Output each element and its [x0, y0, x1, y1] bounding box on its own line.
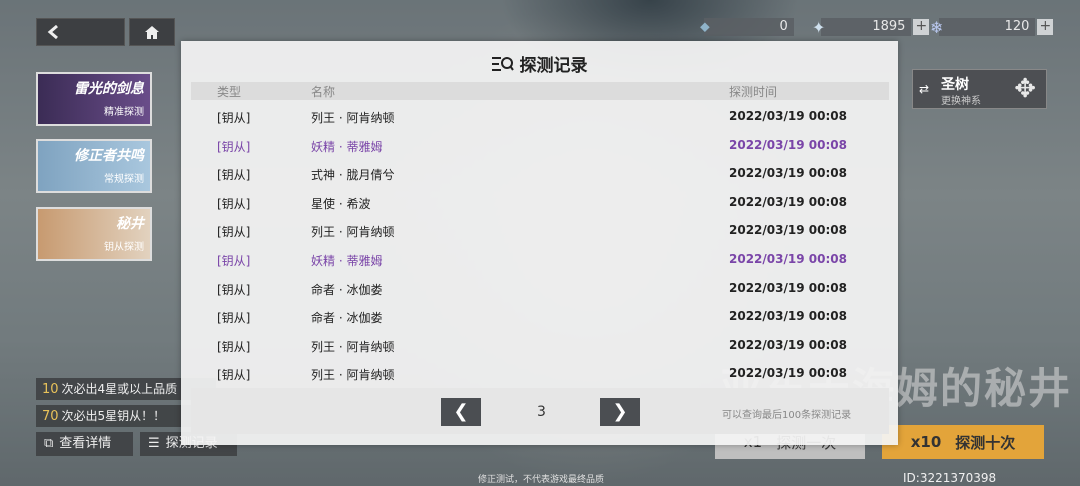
row-name: 妖精 · 蒂雅姆: [311, 254, 383, 268]
banner-title: 秘井: [116, 216, 144, 232]
row-name: 列王 · 阿肯纳顿: [311, 368, 395, 383]
row-name: 列王 · 阿肯纳顿: [311, 339, 395, 354]
banner-title: 雷光的剑息: [74, 81, 144, 97]
guarantee-count: 10: [42, 382, 59, 397]
header-time: 探测时间: [729, 85, 778, 99]
row-name: 列王 · 阿肯纳顿: [311, 111, 395, 125]
table-row: [钥从] 命者 · 冰伽娄 2022/03/19 00:08: [191, 278, 889, 298]
currency-value: 0: [703, 18, 794, 36]
records-modal: 探测记录 类型 名称 探测时间 [钥从] 列王 · 阿肯纳顿 2022/03/19 …: [181, 41, 898, 445]
banner-lightning-sword[interactable]: 雷光的剑息 精准探测: [36, 72, 152, 126]
tree-icon: ✥: [1014, 74, 1036, 104]
row-type: [钥从]: [217, 111, 251, 125]
row-time: 2022/03/19 00:08: [729, 309, 847, 324]
currency-value: 120: [939, 18, 1036, 36]
row-name: 妖精 · 蒂雅姆: [311, 139, 383, 154]
row-type: [钥从]: [217, 311, 251, 326]
back-button[interactable]: [36, 18, 125, 46]
ticket-icon: ⬥: [700, 19, 710, 35]
table-row: [钥从] 星使 · 希波 2022/03/19 00:08: [191, 192, 889, 212]
home-button[interactable]: [129, 18, 175, 46]
tree-subtitle: 更换神系: [941, 96, 981, 107]
list-icon: ☰: [148, 436, 160, 451]
next-page-button[interactable]: ❯: [600, 398, 640, 426]
change-pantheon-button[interactable]: ⇄ 圣树 更换神系 ✥: [912, 69, 1047, 109]
details-icon: ⧉: [44, 436, 54, 451]
table-row: [钥从] 妖精 · 蒂雅姆 2022/03/19 00:08: [191, 249, 889, 269]
table-header: 类型 名称 探测时间: [191, 82, 889, 100]
row-type: [钥从]: [217, 339, 251, 354]
view-details-button[interactable]: ⧉ 查看详情: [36, 432, 133, 456]
page-number: 3: [537, 404, 546, 420]
row-time: 2022/03/19 00:08: [729, 194, 847, 209]
header-type: 类型: [217, 85, 242, 99]
row-name: 式神 · 胧月倩兮: [311, 168, 395, 183]
pagination-bar: ❮ 3 ❯ 可以查询最后100条探测记录: [191, 388, 889, 434]
footer-note: 修正测试，不代表游戏最终品质: [478, 475, 605, 485]
row-type: [钥从]: [217, 168, 251, 183]
row-type: [钥从]: [217, 254, 251, 268]
x10-label: x10: [910, 433, 942, 451]
row-type: [钥从]: [217, 282, 251, 297]
modal-title-text: 探测记录: [519, 56, 588, 76]
star-crystal-icon: ✦: [812, 17, 826, 37]
row-time: 2022/03/19 00:08: [729, 137, 847, 152]
banner-subtitle: 精准探测: [104, 107, 144, 118]
row-name: 命者 · 冰伽娄: [311, 311, 383, 326]
table-row: [钥从] 列王 · 阿肯纳顿 2022/03/19 00:08: [191, 335, 889, 355]
guarantee-text: 次必出4星或以上品质: [61, 382, 178, 396]
table-row: [钥从] 式神 · 胧月倩兮 2022/03/19 00:08: [191, 163, 889, 183]
page-note: 可以查询最后100条探测记录: [722, 410, 852, 421]
prev-page-button[interactable]: ❮: [441, 398, 481, 426]
add-button[interactable]: +: [1037, 19, 1054, 35]
table-row: [钥从] 命者 · 冰伽娄 2022/03/19 00:08: [191, 306, 889, 326]
home-icon: [145, 25, 159, 39]
modal-title: 探测记录: [181, 51, 898, 76]
tree-title: 圣树: [941, 77, 969, 93]
row-time: 2022/03/19 00:08: [729, 166, 847, 181]
view-details-label: 查看详情: [59, 436, 112, 451]
arrow-left-icon: [47, 25, 58, 39]
table-row: [钥从] 妖精 · 蒂雅姆 2022/03/19 00:08: [191, 135, 889, 155]
currency-ticket: ⬥ 0: [700, 18, 794, 36]
banner-subtitle: 钥从探测: [104, 242, 144, 253]
row-time: 2022/03/19 00:08: [729, 337, 847, 352]
row-type: [钥从]: [217, 225, 251, 240]
banner-title: 修正者共鸣: [74, 148, 144, 164]
table-row: [钥从] 列王 · 阿肯纳顿 2022/03/19 00:08: [191, 220, 889, 240]
banner-subtitle: 常规探测: [104, 174, 144, 185]
row-name: 命者 · 冰伽娄: [311, 282, 383, 297]
draw-ten-label: 探测十次: [955, 433, 1016, 452]
row-time: 2022/03/19 00:08: [729, 280, 847, 295]
user-id: ID:3221370398: [903, 471, 997, 485]
row-name: 列王 · 阿肯纳顿: [311, 225, 395, 240]
banner-corrector[interactable]: 修正者共鸣 常规探测: [36, 139, 152, 193]
guarantee-text: 次必出5星钥从！！: [61, 409, 166, 423]
draw-ten-button[interactable]: x10 探测十次: [882, 425, 1044, 459]
row-name: 星使 · 希波: [311, 196, 371, 211]
header-name: 名称: [311, 85, 336, 99]
row-time: 2022/03/19 00:08: [729, 109, 847, 123]
currency-star: ✦ 1895 +: [812, 17, 930, 37]
row-type: [钥从]: [217, 368, 251, 383]
banner-secret-well[interactable]: 秘井 钥从探测: [36, 207, 152, 261]
currency-snowflake: ❄ 120 +: [930, 17, 1054, 37]
row-type: [钥从]: [217, 139, 251, 154]
snowflake-crystal-icon: ❄: [930, 17, 944, 37]
row-type: [钥从]: [217, 196, 251, 211]
row-time: 2022/03/19 00:08: [729, 223, 847, 238]
add-button[interactable]: +: [913, 19, 930, 35]
row-time: 2022/03/19 00:08: [729, 366, 847, 381]
currency-value: 1895: [821, 18, 912, 36]
guarantee-count: 70: [42, 409, 59, 424]
row-time: 2022/03/19 00:08: [729, 252, 847, 266]
swap-icon: ⇄: [919, 82, 930, 96]
record-search-icon: [491, 56, 514, 71]
table-row: [钥从] 列王 · 阿肯纳顿 2022/03/19 00:08: [191, 363, 889, 383]
table-row: [钥从] 列王 · 阿肯纳顿 2022/03/19 00:08: [191, 106, 889, 126]
